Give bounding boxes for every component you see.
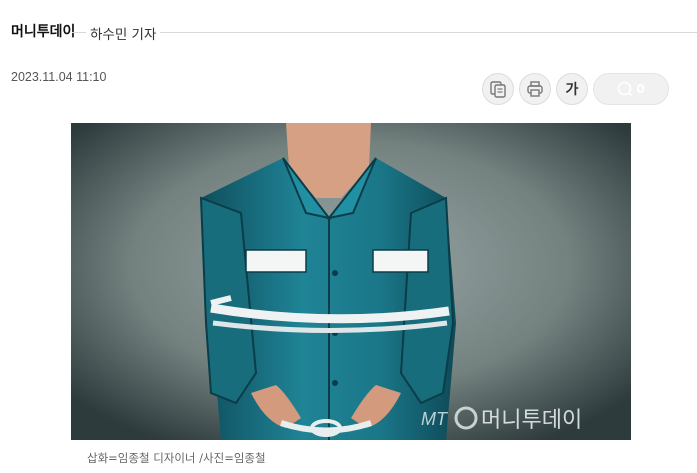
font-size-button[interactable]: 가	[556, 73, 588, 105]
print-icon	[527, 81, 543, 97]
comment-icon	[618, 81, 633, 97]
reporter-name[interactable]: 하수민 기자	[86, 23, 161, 43]
header-divider	[72, 32, 697, 33]
watermark-mt: MT	[421, 409, 449, 429]
copy-button[interactable]	[482, 73, 514, 105]
copy-icon	[490, 81, 506, 98]
publish-date: 2023.11.04 11:10	[11, 70, 107, 84]
comment-button[interactable]: 0	[593, 73, 669, 105]
print-button[interactable]	[519, 73, 551, 105]
comment-count: 0	[636, 82, 645, 96]
image-caption: 삽화=임종철 디자이너 /사진=임종철	[87, 451, 266, 465]
watermark-name: 머니투데이	[481, 408, 582, 433]
article-illustration: MT 머니투데이	[71, 123, 631, 440]
press-name[interactable]: 머니투데이	[11, 22, 81, 43]
